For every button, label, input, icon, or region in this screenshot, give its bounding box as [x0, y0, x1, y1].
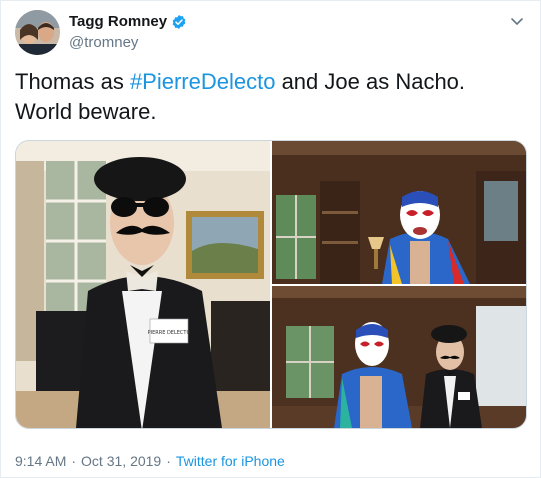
media-grid: PIERRE DELECTO [15, 140, 527, 429]
tweet-time[interactable]: 9:14 AM [15, 453, 66, 469]
author-handle[interactable]: @tromney [69, 34, 138, 51]
hashtag-link[interactable]: #PierreDelecto [130, 69, 276, 94]
tweet-meta: 9:14 AM · Oct 31, 2019 · Twitter for iPh… [15, 453, 285, 469]
author-name-row[interactable]: Tagg Romney [69, 13, 187, 30]
photo-nacho-and-pierre[interactable] [272, 286, 526, 428]
tweet-card[interactable]: Tagg Romney @tromney Thomas as #PierreDe… [0, 0, 541, 478]
avatar-image [15, 10, 60, 55]
tweet-date[interactable]: Oct 31, 2019 [81, 453, 161, 469]
tweet-text-part: Thomas as [15, 69, 130, 94]
tweet-source-link[interactable]: Twitter for iPhone [176, 453, 285, 469]
photo-pierre-delecto[interactable]: PIERRE DELECTO [16, 141, 270, 428]
display-name[interactable]: Tagg Romney [69, 13, 167, 30]
verified-badge-icon [172, 14, 186, 29]
name-tag-text: PIERRE DELECTO [148, 330, 191, 336]
meta-separator: · [71, 453, 77, 469]
avatar[interactable] [15, 10, 60, 55]
tweet-text: Thomas as #PierreDelecto and Joe as Nach… [15, 67, 520, 127]
chevron-down-icon[interactable] [510, 14, 524, 28]
meta-separator: · [166, 453, 171, 469]
photo-nacho-library[interactable] [272, 141, 526, 284]
